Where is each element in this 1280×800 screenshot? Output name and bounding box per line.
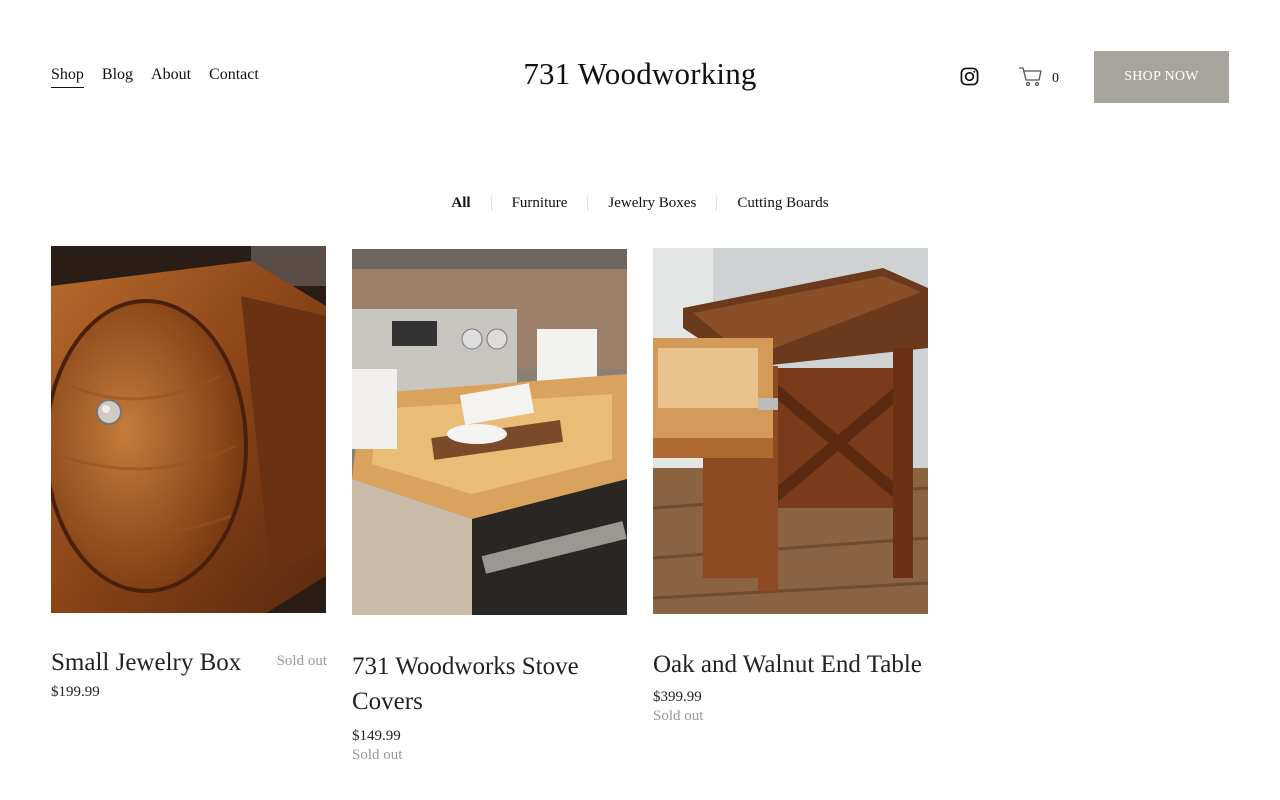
filter-jewelry-boxes[interactable]: Jewelry Boxes xyxy=(608,195,696,212)
product-price: $199.99 xyxy=(51,684,100,700)
site-title[interactable]: 731 Woodworking xyxy=(0,56,1280,92)
filter-furniture[interactable]: Furniture xyxy=(512,195,568,212)
sold-out-label: Sold out xyxy=(352,747,403,763)
filter-all[interactable]: All xyxy=(451,195,470,212)
shopping-cart-icon xyxy=(1018,66,1043,92)
cart-count: 0 xyxy=(1052,71,1059,86)
product-name[interactable]: Small Jewelry Box xyxy=(51,645,271,680)
product-price: $149.99 xyxy=(352,728,401,744)
product-card[interactable]: Oak and Walnut End Table $399.99 Sold ou… xyxy=(653,248,928,725)
filter-divider xyxy=(587,196,589,211)
filter-divider xyxy=(490,196,492,211)
product-image[interactable] xyxy=(352,249,627,615)
category-filters: All Furniture Jewelry Boxes Cutting Boar… xyxy=(0,195,1280,212)
product-name[interactable]: Oak and Walnut End Table xyxy=(653,647,928,682)
cart-button[interactable]: 0 xyxy=(1018,66,1059,92)
product-image[interactable] xyxy=(51,246,326,613)
product-card[interactable]: 731 Woodworks Stove Covers $149.99 Sold … xyxy=(352,249,627,764)
filter-cutting-boards[interactable]: Cutting Boards xyxy=(737,195,828,212)
sold-out-label: Sold out xyxy=(276,653,327,669)
product-name[interactable]: 731 Woodworks Stove Covers xyxy=(352,649,612,719)
product-price: $399.99 xyxy=(653,689,702,705)
filter-divider xyxy=(716,196,718,211)
instagram-icon[interactable] xyxy=(960,67,979,86)
product-card[interactable]: Sold out Small Jewelry Box $199.99 xyxy=(51,246,327,701)
sold-out-label: Sold out xyxy=(653,708,704,724)
product-image[interactable] xyxy=(653,248,928,614)
shop-now-button[interactable]: Shop Now xyxy=(1094,51,1229,103)
